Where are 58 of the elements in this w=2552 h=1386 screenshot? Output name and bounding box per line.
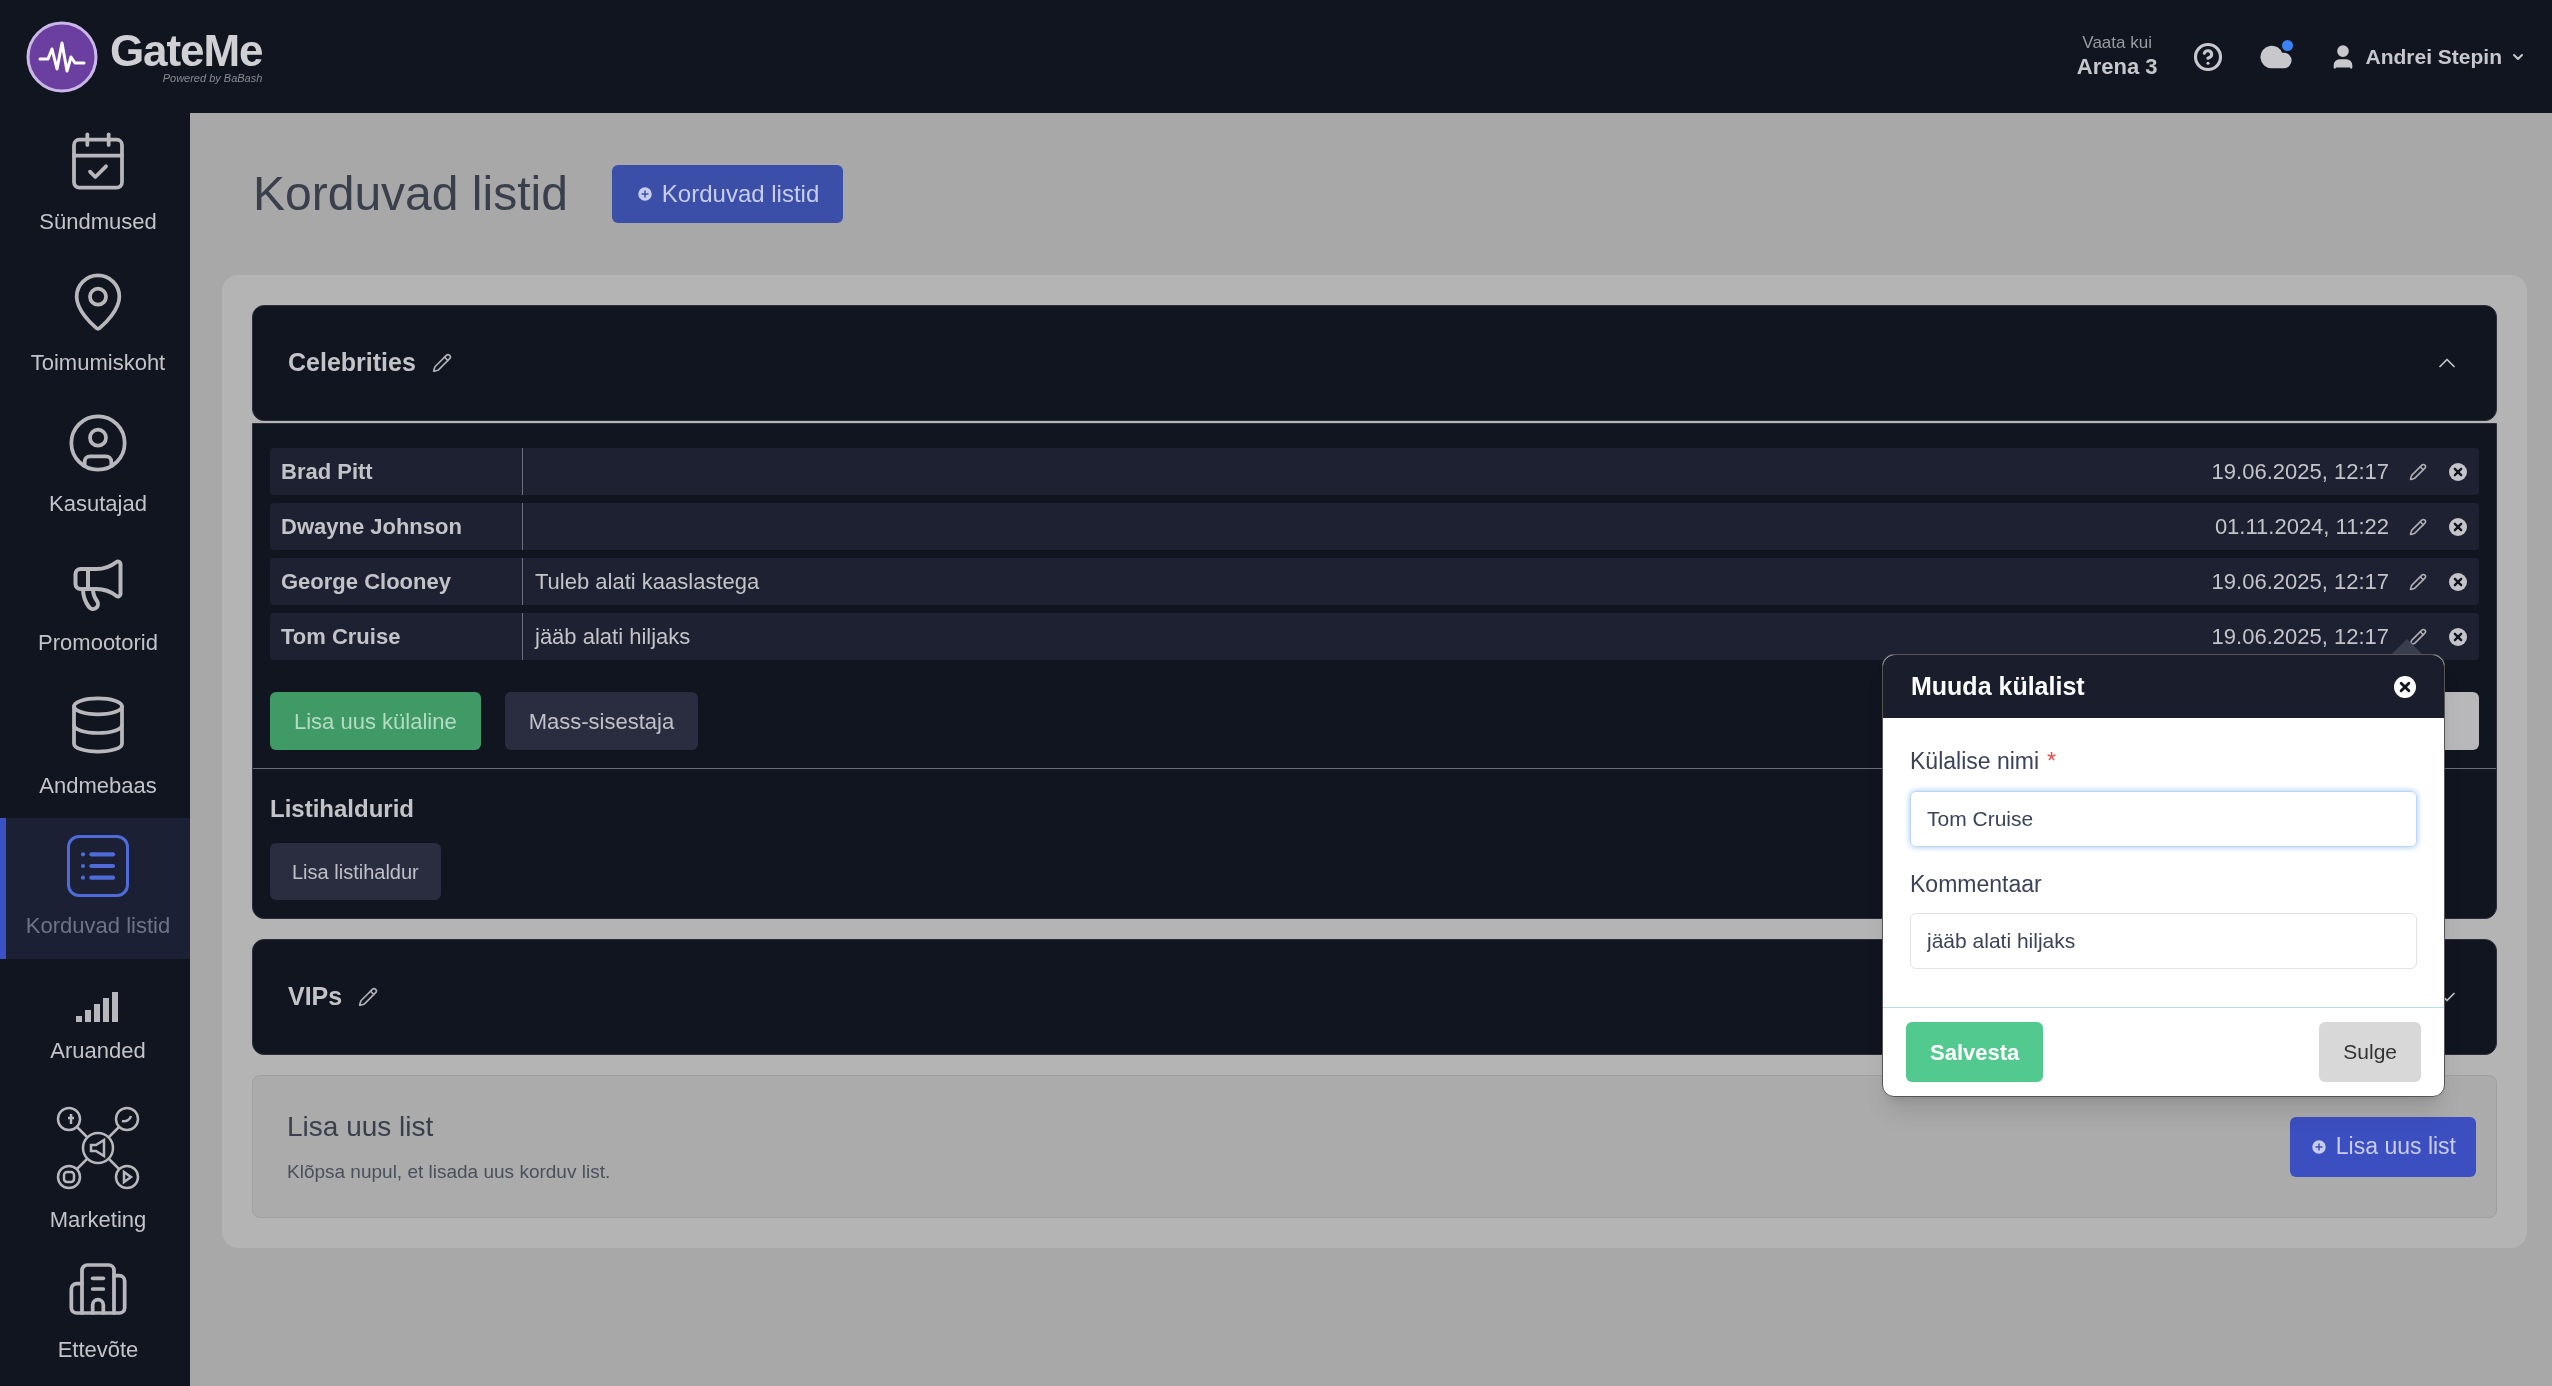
sidebar-item[interactable]: Marketing bbox=[0, 1100, 190, 1241]
sidebar-item[interactable]: Kasutajad bbox=[0, 395, 190, 536]
view-as-value[interactable]: Arena 3 bbox=[2076, 53, 2158, 81]
plus-circle-icon bbox=[635, 185, 654, 203]
sidebar-item[interactable]: Andmebaas bbox=[0, 677, 190, 818]
comment-input[interactable]: jääb alati hiljaks bbox=[1910, 913, 2417, 969]
close-icon[interactable] bbox=[2449, 572, 2467, 591]
popover-title: Muuda külalist bbox=[1911, 670, 2085, 702]
sidebar-item[interactable]: Promootorid bbox=[0, 536, 190, 677]
pencil-icon[interactable] bbox=[2409, 572, 2427, 591]
view-as-label: Vaata kui bbox=[2082, 32, 2152, 54]
close-icon[interactable] bbox=[2394, 675, 2416, 698]
add-manager-button[interactable]: Lisa listihaldur bbox=[270, 843, 441, 900]
guest-name-input[interactable]: Tom Cruise bbox=[1910, 790, 2417, 847]
logo-text: GateMe bbox=[110, 29, 263, 73]
new-list-description: Klõpsa nupul, et lisada uus korduv list. bbox=[287, 1160, 611, 1185]
guest-comment: Tuleb alati kaaslastega bbox=[534, 568, 761, 596]
guest-name: George Clooney bbox=[270, 558, 523, 605]
guest-date: 01.11.2024, 11:22 bbox=[2214, 513, 2389, 541]
pencil-icon[interactable] bbox=[358, 987, 379, 1007]
managers-title: Listihaldurid bbox=[270, 794, 414, 824]
guest-name: Dwayne Johnson bbox=[270, 503, 523, 550]
pencil-icon[interactable] bbox=[2409, 627, 2427, 646]
pencil-icon[interactable] bbox=[2409, 517, 2427, 536]
pencil-icon[interactable] bbox=[431, 353, 452, 373]
bulk-import-button[interactable]: Mass-sisestaja bbox=[504, 692, 699, 750]
logo-subtitle: Powered by BaBash bbox=[162, 73, 263, 84]
guest-date: 19.06.2025, 12:17 bbox=[2211, 458, 2389, 486]
add-new-list-button[interactable]: Lisa uus list bbox=[2289, 1116, 2476, 1177]
list-name: Celebrities bbox=[288, 347, 416, 379]
plus-circle-icon bbox=[2309, 1137, 2328, 1156]
guest-date: 19.06.2025, 12:17 bbox=[2211, 623, 2389, 651]
page-title: Korduvad listid bbox=[253, 166, 568, 222]
sidebar-item[interactable]: Ettevõte bbox=[0, 1241, 190, 1382]
logo-icon bbox=[26, 20, 98, 93]
list-name: VIPs bbox=[288, 981, 343, 1013]
guest-date: 19.06.2025, 12:17 bbox=[2211, 568, 2389, 596]
close-icon[interactable] bbox=[2449, 627, 2467, 646]
signal-bars-icon bbox=[76, 992, 120, 1022]
close-button[interactable]: Sulge bbox=[2319, 1022, 2421, 1082]
required-mark: * bbox=[2047, 747, 2057, 776]
guest-comment: jääb alati hiljaks bbox=[533, 623, 692, 651]
field-label: Kommentaar bbox=[1910, 869, 2043, 899]
guest-name: Tom Cruise bbox=[270, 613, 523, 660]
help-icon[interactable] bbox=[2193, 41, 2224, 72]
field-label: Külalise nimi bbox=[1910, 747, 2040, 776]
new-list-title: Lisa uus list bbox=[287, 1110, 435, 1145]
list-icon bbox=[67, 835, 129, 897]
guest-name: Brad Pitt bbox=[270, 448, 523, 495]
sidebar-item[interactable]: Sündmused bbox=[0, 113, 190, 254]
list-header[interactable]: Celebrities bbox=[252, 305, 2497, 421]
sidebar-item[interactable]: Toimumiskoht bbox=[0, 254, 190, 395]
add-list-button[interactable]: Korduvad listid bbox=[611, 165, 844, 223]
pencil-icon[interactable] bbox=[2409, 462, 2427, 481]
close-icon[interactable] bbox=[2449, 517, 2467, 536]
close-icon[interactable] bbox=[2449, 462, 2467, 481]
sidebar-item[interactable]: Aruanded bbox=[0, 959, 190, 1100]
user-menu[interactable]: Andrei Stepin bbox=[2329, 40, 2526, 73]
